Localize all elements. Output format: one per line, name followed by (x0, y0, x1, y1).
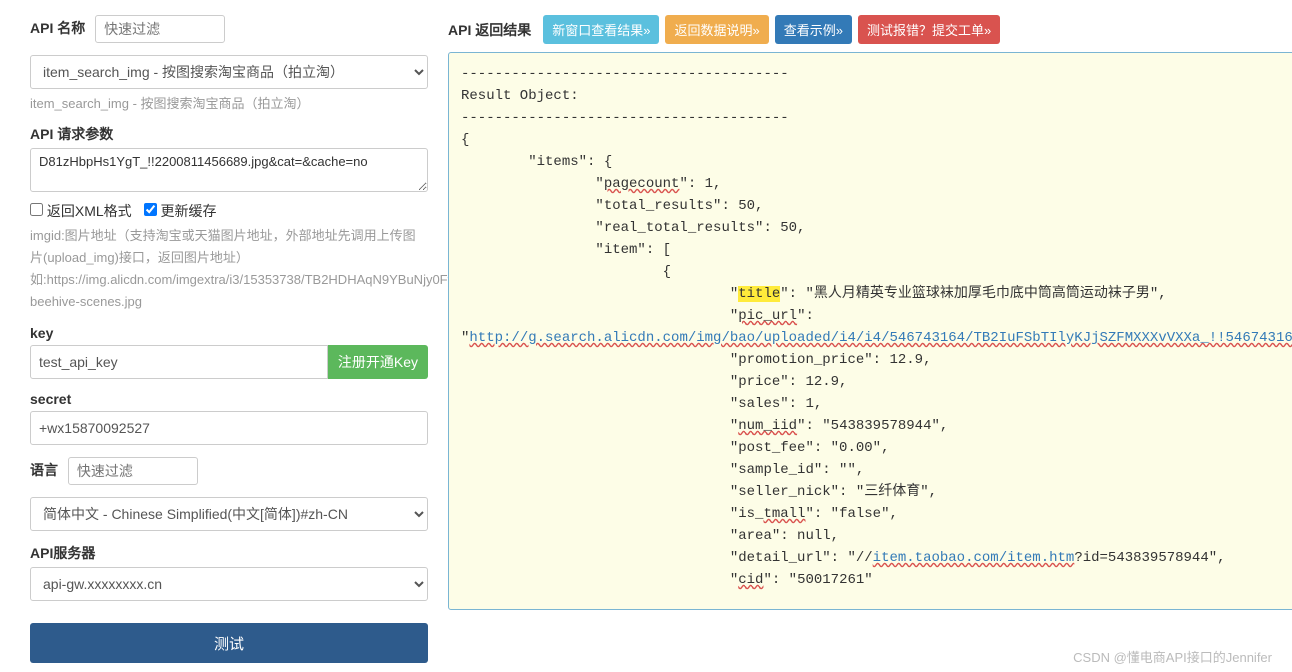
result-title: API 返回结果 (448, 20, 531, 40)
cache-checkbox[interactable] (144, 203, 157, 216)
test-button[interactable]: 测试 (30, 623, 428, 663)
api-name-filter[interactable] (95, 15, 225, 43)
tag-new-window[interactable]: 新窗口查看结果» (543, 15, 659, 44)
form-panel: API 名称 item_search_img - 按图搜索淘宝商品（拍立淘） i… (30, 15, 428, 672)
req-help-text: imgid:图片地址（支持淘宝或天猫图片地址，外部地址先调用上传图片(uploa… (30, 225, 428, 313)
xml-checkbox-wrap[interactable]: 返回XML格式 (30, 203, 132, 219)
result-box[interactable]: ---------------------------------------R… (448, 52, 1292, 610)
xml-checkbox[interactable] (30, 203, 43, 216)
result-panel: API 返回结果 新窗口查看结果» 返回数据说明» 查看示例» 测试报错？提交工… (428, 15, 1292, 672)
key-label: key (30, 325, 53, 341)
secret-input[interactable] (30, 411, 428, 445)
tag-report[interactable]: 测试报错？提交工单» (858, 15, 1000, 44)
api-name-label: API 名称 (30, 20, 85, 36)
cache-checkbox-wrap[interactable]: 更新缓存 (144, 203, 217, 219)
req-params-label: API 请求参数 (30, 124, 113, 144)
key-input[interactable] (30, 345, 328, 379)
watermark: CSDN @懂电商API接口的Jennifer (1073, 647, 1272, 666)
server-select[interactable]: api-gw.xxxxxxxx.cn (30, 567, 428, 601)
lang-filter[interactable] (68, 457, 198, 485)
api-select[interactable]: item_search_img - 按图搜索淘宝商品（拍立淘） (30, 55, 428, 89)
lang-label: 语言 (30, 462, 58, 478)
api-select-help: item_search_img - 按图搜索淘宝商品（拍立淘） (30, 93, 428, 112)
lang-select[interactable]: 简体中文 - Chinese Simplified(中文[简体])#zh-CN (30, 497, 428, 531)
server-label: API服务器 (30, 543, 95, 563)
register-key-button[interactable]: 注册开通Key (328, 345, 428, 379)
tag-explain[interactable]: 返回数据说明» (665, 15, 768, 44)
secret-label: secret (30, 391, 71, 407)
tag-example[interactable]: 查看示例» (775, 15, 852, 44)
req-params-textarea[interactable] (30, 148, 428, 192)
